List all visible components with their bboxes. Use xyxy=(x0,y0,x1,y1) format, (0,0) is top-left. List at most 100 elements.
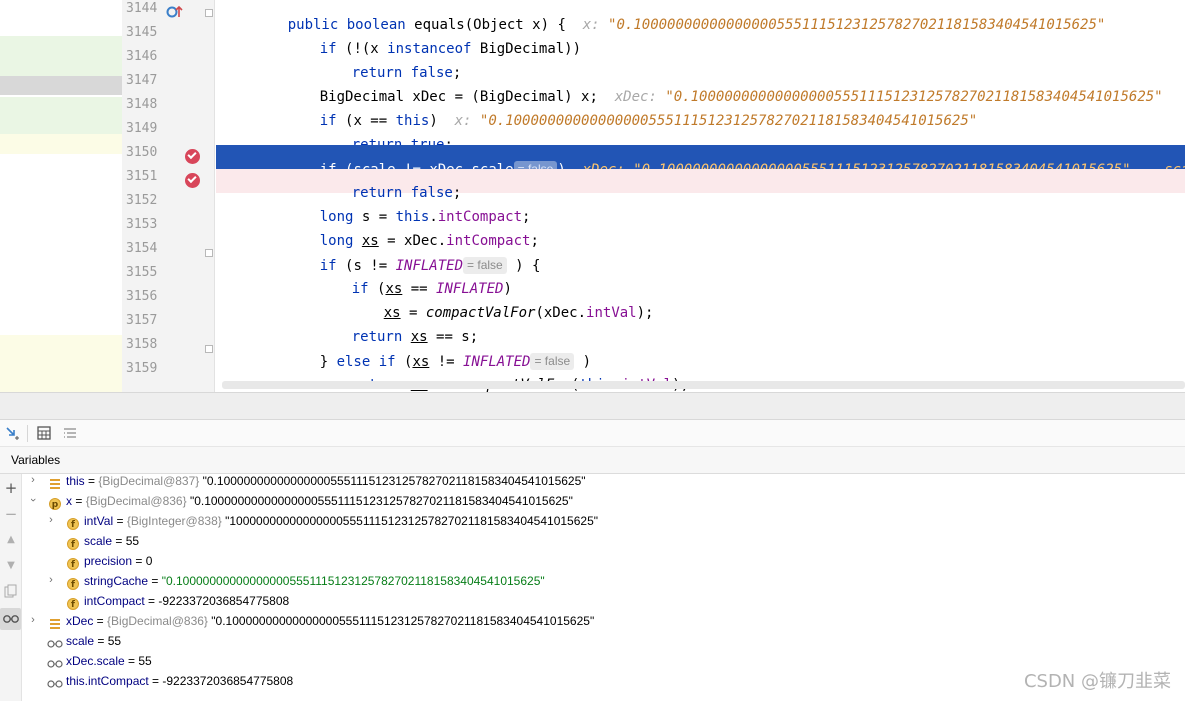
code-line[interactable]: if (!(x instanceof BigDecimal)) xyxy=(216,25,1185,57)
code-line[interactable]: return false; xyxy=(216,49,1185,81)
fold-marker-icon[interactable] xyxy=(205,345,213,353)
variable-value: "0.1000000000000000055511151231257827021… xyxy=(189,494,573,508)
variable-name: precision xyxy=(84,554,133,568)
code-line[interactable]: long s = this.intCompact; xyxy=(216,193,1185,225)
watch-icon xyxy=(47,638,63,650)
diff-added-marker xyxy=(0,36,122,78)
layout-icon[interactable] xyxy=(62,425,78,441)
fold-marker-icon[interactable] xyxy=(205,249,213,257)
variable-row[interactable]: f precision = 0 xyxy=(22,554,1122,574)
variable-row[interactable]: › f intVal = {BigInteger@838} "100000000… xyxy=(22,514,1122,534)
move-down-icon[interactable]: ▼ xyxy=(3,558,19,574)
variable-value: 55 xyxy=(125,534,140,548)
code-line[interactable]: if (s != INFLATED = false ) { xyxy=(216,241,1185,274)
code-line[interactable]: return xs == s; xyxy=(216,313,1185,345)
variable-value: -9223372036854775808 xyxy=(158,594,290,608)
move-up-icon[interactable]: ▲ xyxy=(3,532,19,548)
variable-row[interactable]: › f stringCache = "0.1000000000000000055… xyxy=(22,574,1122,594)
variable-eq: = xyxy=(148,574,162,588)
variable-eq: = xyxy=(112,534,126,548)
variable-value: "0.1000000000000000055511151231257827021… xyxy=(161,574,545,588)
code-line[interactable]: BigDecimal xDec = (BigDecimal) x; xDec: … xyxy=(216,73,1185,105)
variable-type: {BigInteger@838} xyxy=(126,514,226,528)
variables-tree[interactable]: › this = {BigDecimal@837} "0.10000000000… xyxy=(22,474,1185,701)
watch-row[interactable]: this.intCompact = -9223372036854775808 xyxy=(22,674,1122,694)
variable-name: scale xyxy=(66,634,95,648)
line-number: 3156 xyxy=(126,289,158,304)
variable-row[interactable]: › p x = {BigDecimal@836} "0.100000000000… xyxy=(22,494,1122,514)
variable-value: "100000000000000005551115123125782702118… xyxy=(225,514,599,528)
horizontal-scrollbar[interactable] xyxy=(222,381,1185,389)
current-execution-line[interactable]: if (scale != xDec.scale= false) xDec: "0… xyxy=(216,145,1185,178)
variable-row[interactable]: f scale = 55 xyxy=(22,534,1122,554)
line-number: 3157 xyxy=(126,313,158,328)
breakpoint-icon[interactable] xyxy=(185,149,200,164)
line-number: 3145 xyxy=(126,25,158,40)
breakpoint-line[interactable]: return false; xyxy=(216,169,1185,201)
copy-icon[interactable] xyxy=(3,584,19,600)
change-markers-strip xyxy=(0,0,122,392)
code-line[interactable]: public boolean equals(Object x) { x: "0.… xyxy=(216,1,1185,33)
variable-row[interactable]: › xDec = {BigDecimal@836} "0.10000000000… xyxy=(22,614,1122,634)
variable-name: xDec.scale xyxy=(66,654,125,668)
field-icon: f xyxy=(67,558,79,570)
variable-name: scale xyxy=(84,534,113,548)
field-icon: f xyxy=(67,538,79,550)
line-number: 3154 xyxy=(126,241,158,256)
variable-eq: = xyxy=(113,514,127,528)
code-line[interactable]: long xs = xDec.intCompact; xyxy=(216,217,1185,249)
line-number: 3158 xyxy=(126,337,158,352)
variable-value: 55 xyxy=(138,654,152,668)
watches-toolbar: + − ▲ ▼ xyxy=(0,474,22,701)
line-number: 3146 xyxy=(126,49,158,64)
line-number: 3151 xyxy=(126,169,158,184)
code-line[interactable]: if (x == this) x: "0.1000000000000000055… xyxy=(216,97,1185,129)
code-editor[interactable]: 3144 3145 3146 3147 3148 3149 3150 3151 … xyxy=(0,0,1185,392)
variables-panel-header: Variables xyxy=(0,447,1185,474)
line-number-gutter[interactable]: 3144 3145 3146 3147 3148 3149 3150 3151 … xyxy=(122,0,215,392)
diff-changed-marker xyxy=(0,76,122,95)
diff-marker xyxy=(0,134,122,154)
variable-eq: = xyxy=(124,654,139,668)
expand-arrow-icon[interactable]: › xyxy=(46,574,56,586)
line-number: 3148 xyxy=(126,97,158,112)
method-override-icon[interactable] xyxy=(166,5,184,19)
table-view-icon[interactable] xyxy=(36,425,52,441)
watch-row[interactable]: scale = 55 xyxy=(22,634,1122,654)
watch-icon xyxy=(47,658,63,670)
variable-name: xDec xyxy=(66,614,94,628)
watch-row[interactable]: xDec.scale = 55 xyxy=(22,654,1122,674)
glasses-icon[interactable] xyxy=(0,608,21,630)
add-watch-icon[interactable]: + xyxy=(3,480,19,496)
object-icon xyxy=(49,478,61,490)
code-line[interactable]: } else if (xs != INFLATED = false ) xyxy=(216,337,1185,370)
variable-type: {BigDecimal@837} xyxy=(98,474,203,488)
remove-watch-icon[interactable]: − xyxy=(3,506,19,522)
expand-arrow-icon[interactable]: › xyxy=(46,514,56,526)
variable-value: "0.1000000000000000055511151231257827021… xyxy=(211,614,595,628)
debug-toolbar xyxy=(0,420,1185,447)
field-icon: f xyxy=(67,598,79,610)
object-icon xyxy=(49,618,61,630)
diff-added-marker xyxy=(0,97,122,134)
breakpoint-icon[interactable] xyxy=(185,173,200,188)
expand-arrow-icon[interactable]: › xyxy=(28,614,38,626)
diff-marker xyxy=(0,335,122,392)
variable-name: this.intCompact xyxy=(66,674,149,688)
code-line[interactable]: return true; xyxy=(216,121,1185,153)
variable-row[interactable]: › this = {BigDecimal@837} "0.10000000000… xyxy=(22,474,1122,494)
code-line[interactable]: if (xs == INFLATED) xyxy=(216,265,1185,297)
variable-eq: = xyxy=(94,634,108,648)
variable-row[interactable]: f intCompact = -9223372036854775808 xyxy=(22,594,1122,614)
toolbar-divider xyxy=(27,425,28,442)
panel-splitter[interactable] xyxy=(0,392,1185,420)
collapse-arrow-icon[interactable]: › xyxy=(27,495,39,505)
line-number: 3159 xyxy=(126,361,158,376)
step-over-icon[interactable] xyxy=(4,425,20,441)
variable-name: intCompact xyxy=(84,594,145,608)
expand-arrow-icon[interactable]: › xyxy=(28,474,38,486)
fold-marker-icon[interactable] xyxy=(205,9,213,17)
variable-eq: = xyxy=(93,614,108,628)
variable-eq: = xyxy=(72,494,86,508)
code-line[interactable]: xs = compactValFor(xDec.intVal); xyxy=(216,289,1185,321)
